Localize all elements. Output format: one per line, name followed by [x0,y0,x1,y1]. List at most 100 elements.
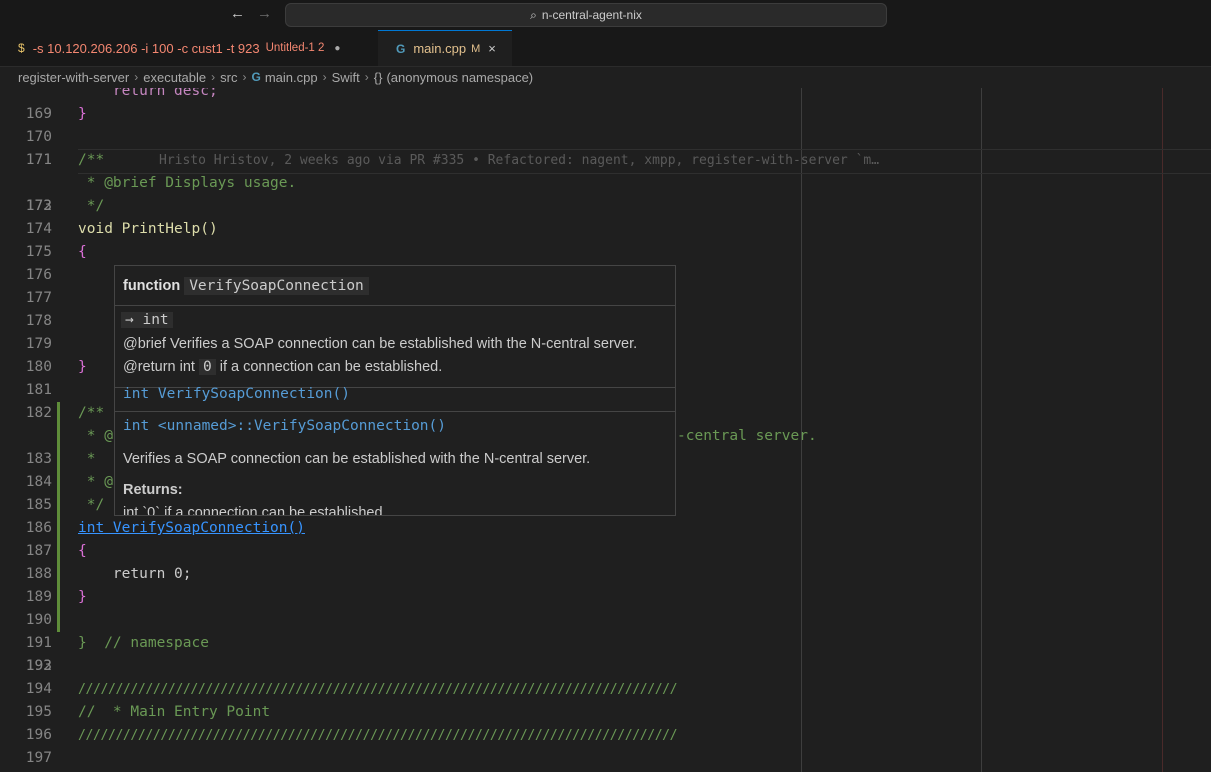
tab-title: main.cpp [413,41,467,56]
code-text-hovered-symbol[interactable]: int VerifySoapConnection() [78,517,305,540]
tab-terminal-untitled[interactable]: $ -s 10.120.206.206 -i 100 -c cust1 -t 9… [0,30,378,66]
code-line[interactable]: 171 [0,126,1211,168]
chevron-right-icon: › [242,70,247,84]
code-line[interactable]: 176 { [0,241,1211,283]
signature-text: int VerifySoapConnection() [123,386,350,402]
code-text: */ [78,198,105,214]
code-text: void PrintHelp() [78,221,218,237]
git-modified-gutter[interactable] [57,402,60,425]
breadcrumb-item[interactable]: (anonymous namespace) [386,70,533,85]
dirty-dot-icon[interactable]: ● [334,43,340,54]
git-modified-gutter[interactable] [57,471,60,494]
return-code: 0 [198,359,216,375]
code-text: */ [78,497,105,513]
namespace-icon: {} [373,69,383,85]
return-prefix: @return int [123,359,195,375]
code-line[interactable]: 192 [0,609,1211,674]
close-icon[interactable]: × [488,41,496,56]
breadcrumb-item[interactable]: main.cpp [265,70,318,85]
arrow-left-icon[interactable]: ← [230,5,245,23]
code-line[interactable]: 195 ////////////////////////////////////… [0,678,1211,720]
code-line[interactable]: 175 void PrintHelp() [0,218,1211,260]
chevron-right-icon: › [134,70,139,84]
code-line[interactable]: 193 } // namespace [0,632,1211,674]
divider [115,305,675,306]
git-modified-gutter[interactable] [57,517,60,540]
code-text: * @ [78,474,113,490]
modified-badge: M [471,42,481,55]
chevron-right-icon: › [211,70,216,84]
code-line[interactable]: 189 { [0,540,1211,605]
returns-heading: Returns: [123,482,183,498]
arrow-right-icon[interactable]: → [257,5,272,23]
code-line[interactable]: 170 } [0,103,1211,145]
tab-main-cpp[interactable]: G main.cpp M × [378,30,512,66]
breadcrumb: register-with-server › executable › src … [18,66,533,88]
code-line[interactable]: 197 ////////////////////////////////////… [0,724,1211,766]
terminal-dollar-icon: $ [18,41,25,55]
code-text: /** [78,152,105,168]
code-line[interactable]: 190 return 0; [0,563,1211,628]
code-text: } [78,589,87,605]
code-text: * @brief Displays usage. [78,175,297,191]
code-line[interactable]: 194 [0,655,1211,697]
tab-title: -s 10.120.206.206 -i 100 -c cust1 -t 923 [32,40,260,56]
code-text: // * Main Entry Point [78,704,271,720]
code-line[interactable]: 196 // * Main Entry Point [0,701,1211,743]
title-bar: ← → ⌕ n-central-agent-nix [0,0,1211,30]
git-modified-gutter[interactable] [57,425,60,448]
breadcrumb-item[interactable]: src [220,70,237,85]
return-text: @return int 0 if a connection can be est… [123,359,442,375]
returns-text: int `0` if a connection can be establish… [123,505,387,516]
code-line[interactable]: 173 * @brief Displays usage. [0,172,1211,214]
code-text: /** [78,405,105,421]
editor-tab-bar: $ -s 10.120.206.206 -i 100 -c cust1 -t 9… [0,30,1211,67]
cpp-file-icon: G [396,41,406,56]
brief-text: @brief Verifies a SOAP connection can be… [123,336,638,352]
code-line[interactable]: 174 */ [0,195,1211,237]
git-modified-gutter[interactable] [57,609,60,632]
code-text: * [78,451,96,467]
divider [115,411,675,412]
code-text: ////////////////////////////////////////… [78,682,678,697]
qualified-signature: int <unnamed>::VerifySoapConnection() [123,418,446,434]
code-text-tail: -central server. [677,428,817,444]
command-center-label: n-central-agent-nix [541,8,642,22]
symbol-name: VerifySoapConnection [184,277,369,295]
code-text: } [78,359,87,375]
return-type: → int [121,312,173,328]
code-line[interactable]: 188 int VerifySoapConnection() [0,517,1211,582]
command-center-search[interactable]: ⌕ n-central-agent-nix [285,3,887,27]
code-line[interactable]: 191 } [0,586,1211,651]
code-text: } [78,106,87,122]
breadcrumb-item[interactable]: register-with-server [18,70,129,85]
code-line[interactable]: 169 return desc; [0,88,1211,122]
hover-tooltip[interactable]: function VerifySoapConnection → int @brie… [114,265,676,516]
cpp-file-icon: G [251,70,261,84]
breadcrumb-item[interactable]: executable [143,70,206,85]
git-modified-gutter[interactable] [57,540,60,563]
git-blame-annotation[interactable]: Hristo Hristov, 2 weeks ago via PR #335 … [159,149,879,172]
search-icon: ⌕ [530,7,537,22]
git-modified-gutter[interactable] [57,494,60,517]
git-modified-gutter[interactable] [57,563,60,586]
code-text: return desc; [78,88,218,99]
signature: int VerifySoapConnection() [123,386,350,402]
code-text: ////////////////////////////////////////… [78,728,678,743]
chevron-right-icon: › [322,70,327,84]
code-line-current[interactable]: 172 /** Hristo Hristov, 2 weeks ago via … [0,149,1211,214]
git-modified-gutter[interactable] [57,586,60,609]
code-text: { [78,244,87,260]
code-text: { [78,543,87,559]
hover-header: function VerifySoapConnection [123,277,369,295]
symbol-kind: function [123,278,181,294]
description: Verifies a SOAP connection can be establ… [123,451,591,467]
qualified-signature-text: int <unnamed>::VerifySoapConnection() [123,418,447,434]
code-line[interactable]: 198 [0,747,1211,770]
code-text: } // namespace [78,635,209,651]
chevron-right-icon: › [364,70,369,84]
git-modified-gutter[interactable] [57,448,60,471]
tab-description: Untitled-1 2 [265,42,325,54]
code-text: return 0; [78,566,192,582]
breadcrumb-item[interactable]: Swift [332,70,360,85]
